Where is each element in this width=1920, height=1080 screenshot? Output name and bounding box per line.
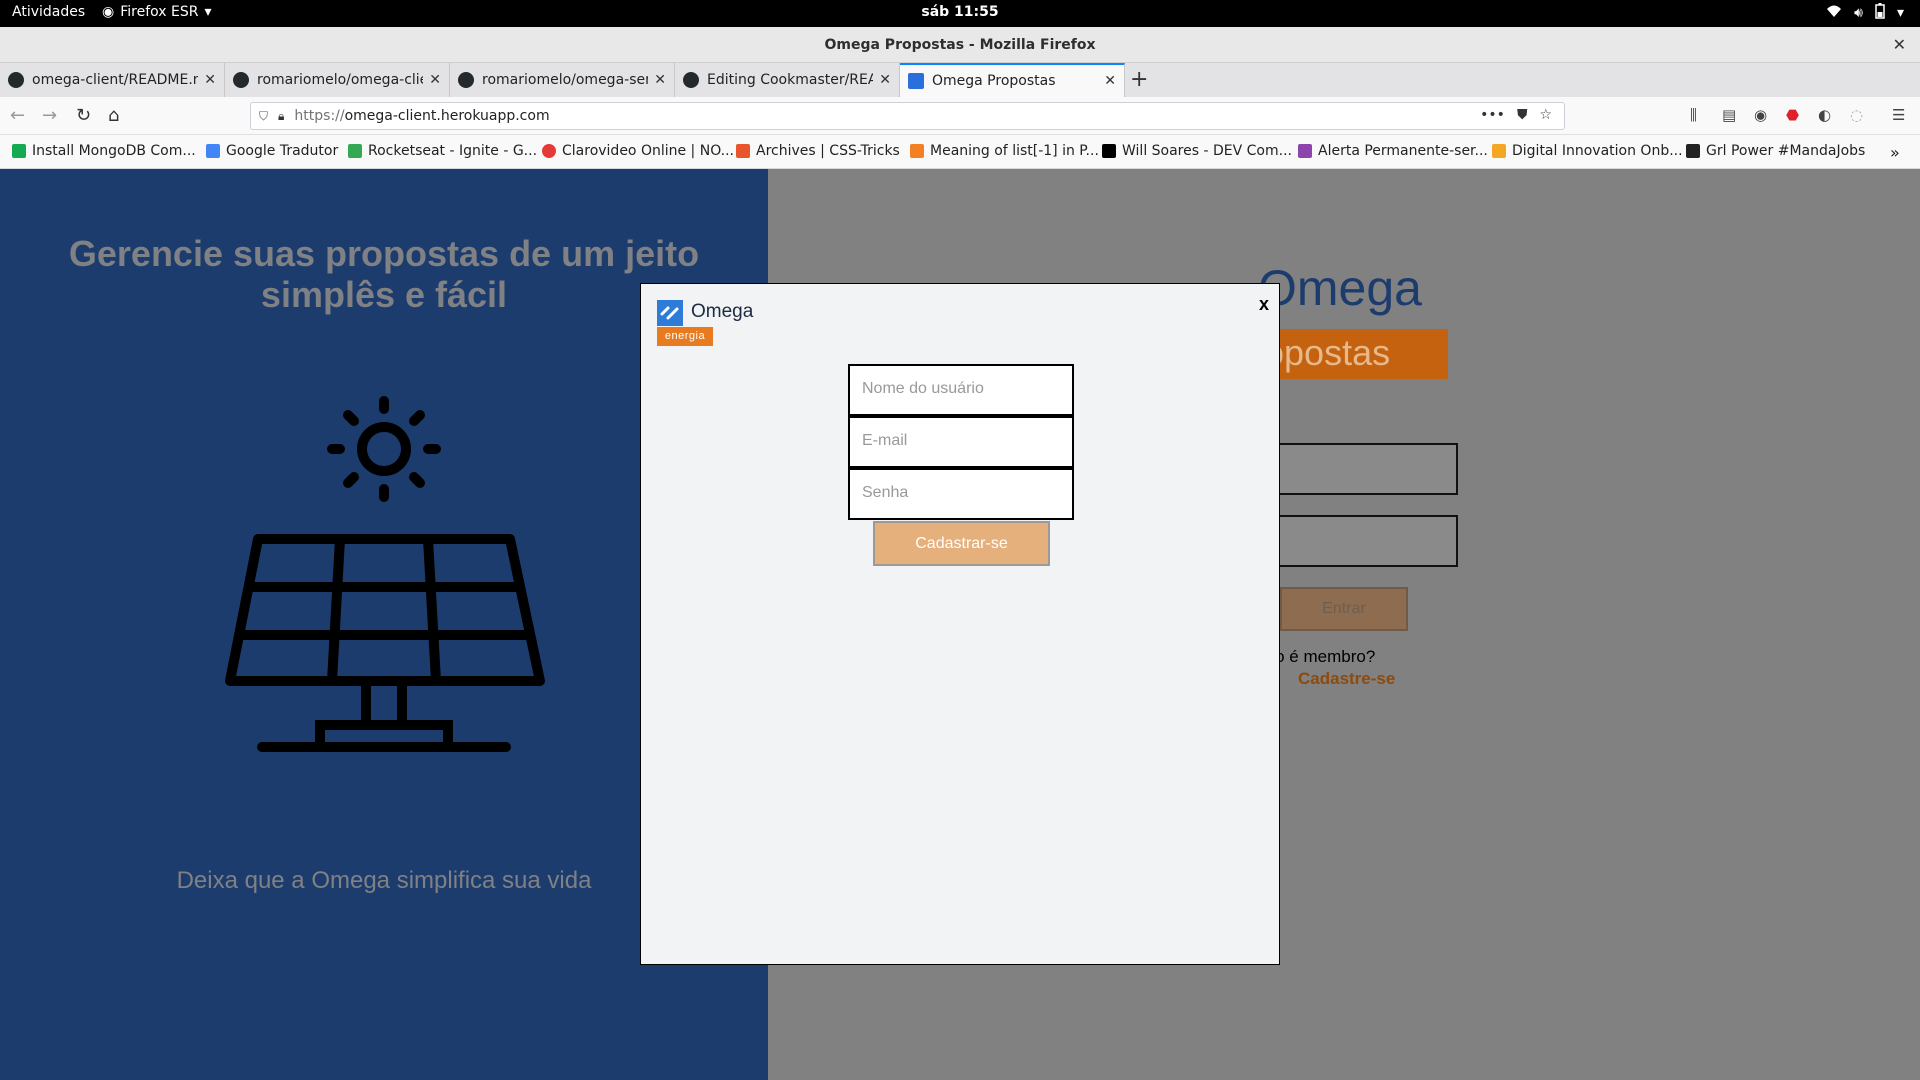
signup-link[interactable]: Cadastre-se	[1298, 669, 1395, 689]
signup-email-field[interactable]: E-mail	[848, 416, 1074, 468]
library-icon[interactable]: ⫼	[1690, 106, 1697, 124]
battery-icon	[1875, 3, 1885, 23]
tab-omega-propostas[interactable]: Omega Propostas ✕	[900, 63, 1125, 97]
sidebar-icon[interactable]: ▤	[1722, 106, 1736, 124]
adblock-icon[interactable]: ⬣	[1786, 106, 1799, 124]
bookmark-star-icon[interactable]: ☆	[1539, 107, 1552, 123]
url-bar[interactable]: ⛉ 🔒︎ https://omega-client.herokuapp.com …	[250, 102, 1565, 130]
login-button[interactable]: Entrar	[1280, 587, 1408, 631]
window-close-button[interactable]: ✕	[1893, 35, 1906, 54]
logo-tag: energia	[657, 327, 713, 346]
signup-modal: x Omega energia Nome do usuário E-mail S…	[640, 283, 1280, 965]
bookmark-item[interactable]: Digital Innovation Onb...	[1492, 143, 1683, 159]
extension-icon[interactable]: ◐	[1818, 106, 1831, 124]
account-icon[interactable]: ◉	[1754, 106, 1767, 124]
github-icon	[458, 72, 474, 88]
bookmark-item[interactable]: Google Tradutor	[206, 143, 338, 159]
bookmark-item[interactable]: Clarovideo Online | NO...	[542, 143, 734, 159]
clarovideo-icon	[542, 144, 556, 158]
notion-icon	[1686, 144, 1700, 158]
omega-logo-mark-icon	[657, 300, 683, 326]
bookmarks-overflow-icon[interactable]: »	[1890, 143, 1900, 162]
tab-close-icon[interactable]: ✕	[204, 72, 216, 88]
window-title: Omega Propostas - Mozilla Firefox	[824, 37, 1096, 53]
volume-icon: 🔊︎	[1854, 5, 1863, 21]
new-tab-button[interactable]: +	[1130, 67, 1148, 92]
url-text[interactable]: https://omega-client.herokuapp.com	[294, 108, 549, 124]
reload-icon[interactable]: ↻	[76, 105, 91, 126]
back-icon[interactable]: ←	[10, 105, 25, 126]
bookmark-item[interactable]: Meaning of list[-1] in P...	[910, 143, 1099, 159]
google-drive-icon	[348, 144, 362, 158]
clock[interactable]: sáb 11:55	[0, 4, 1920, 20]
extension-icon[interactable]: ◌	[1850, 106, 1863, 124]
username-field[interactable]: Nome do usuário	[848, 364, 1074, 416]
tab-label: romariomelo/omega-client	[257, 72, 423, 88]
home-icon[interactable]: ⌂	[108, 105, 119, 126]
google-translate-icon	[206, 144, 220, 158]
hamburger-menu-icon[interactable]: ☰	[1892, 106, 1905, 124]
logo-wordmark: Omega	[691, 301, 754, 322]
stackoverflow-icon	[910, 144, 924, 158]
solar-panel-icon	[225, 396, 545, 752]
tab-close-icon[interactable]: ✕	[429, 72, 441, 88]
tab-label: Editing Cookmaster/README	[707, 72, 873, 88]
bookmark-item[interactable]: Archives | CSS-Tricks	[736, 143, 900, 159]
signup-submit-button[interactable]: Cadastrar-se	[873, 521, 1050, 566]
tab-close-icon[interactable]: ✕	[1104, 73, 1116, 89]
navigation-bar: ← → ↻ ⌂ ⛉ 🔒︎ https://omega-client.heroku…	[0, 97, 1920, 135]
bookmark-item[interactable]: Install MongoDB Com...	[12, 143, 196, 159]
window-title-bar: Omega Propostas - Mozilla Firefox ✕	[0, 27, 1920, 63]
brand-title: Omega	[1258, 260, 1422, 316]
github-icon	[233, 72, 249, 88]
tab-label: Omega Propostas	[932, 73, 1056, 89]
omega-icon	[908, 73, 924, 89]
tab-label: romariomelo/omega-server	[482, 72, 648, 88]
tab-omega-client-readme[interactable]: omega-client/README.md ✕	[0, 63, 225, 97]
pocket-icon[interactable]: ⛊	[1517, 107, 1528, 123]
css-tricks-icon	[736, 144, 750, 158]
bookmark-item[interactable]: Alerta Permanente-ser...	[1298, 143, 1488, 159]
system-top-bar: Atividades ◉ Firefox ESR ▾ sáb 11:55 🔊︎ …	[0, 0, 1920, 27]
tab-editing-cookmaster[interactable]: Editing Cookmaster/README ✕	[675, 63, 900, 97]
slack-icon	[1298, 144, 1312, 158]
tracking-shield-icon[interactable]: ⛉	[259, 109, 268, 124]
dev-icon	[1102, 144, 1116, 158]
tab-close-icon[interactable]: ✕	[654, 72, 666, 88]
bookmark-item[interactable]: Grl Power #MandaJobs	[1686, 143, 1865, 159]
tab-label: omega-client/README.md	[32, 72, 199, 88]
chevron-down-icon: ▾	[1896, 5, 1904, 21]
tab-close-icon[interactable]: ✕	[879, 72, 891, 88]
forward-icon[interactable]: →	[42, 105, 57, 126]
bookmark-item[interactable]: Will Soares - DEV Com...	[1102, 143, 1292, 159]
tab-strip: omega-client/README.md ✕ romariomelo/ome…	[0, 63, 1920, 97]
mongodb-icon	[12, 144, 26, 158]
lock-icon[interactable]: 🔒︎	[278, 109, 284, 124]
tab-omega-client-repo[interactable]: romariomelo/omega-client ✕	[225, 63, 450, 97]
hero-headline: Gerencie suas propostas de um jeito simp…	[68, 233, 700, 315]
modal-close-button[interactable]: x	[1259, 294, 1269, 315]
page-actions-icon[interactable]: •••	[1480, 107, 1505, 123]
signup-password-field[interactable]: Senha	[848, 468, 1074, 520]
github-icon	[683, 72, 699, 88]
github-icon	[8, 72, 24, 88]
bookmark-item[interactable]: Rocketseat - Ignite - G...	[348, 143, 537, 159]
tab-omega-server-repo[interactable]: romariomelo/omega-server ✕	[450, 63, 675, 97]
bookmarks-toolbar: Install MongoDB Com... Google Tradutor R…	[0, 135, 1920, 169]
dio-icon	[1492, 144, 1506, 158]
wifi-icon	[1826, 4, 1842, 22]
system-tray[interactable]: 🔊︎ ▾	[1826, 3, 1904, 23]
